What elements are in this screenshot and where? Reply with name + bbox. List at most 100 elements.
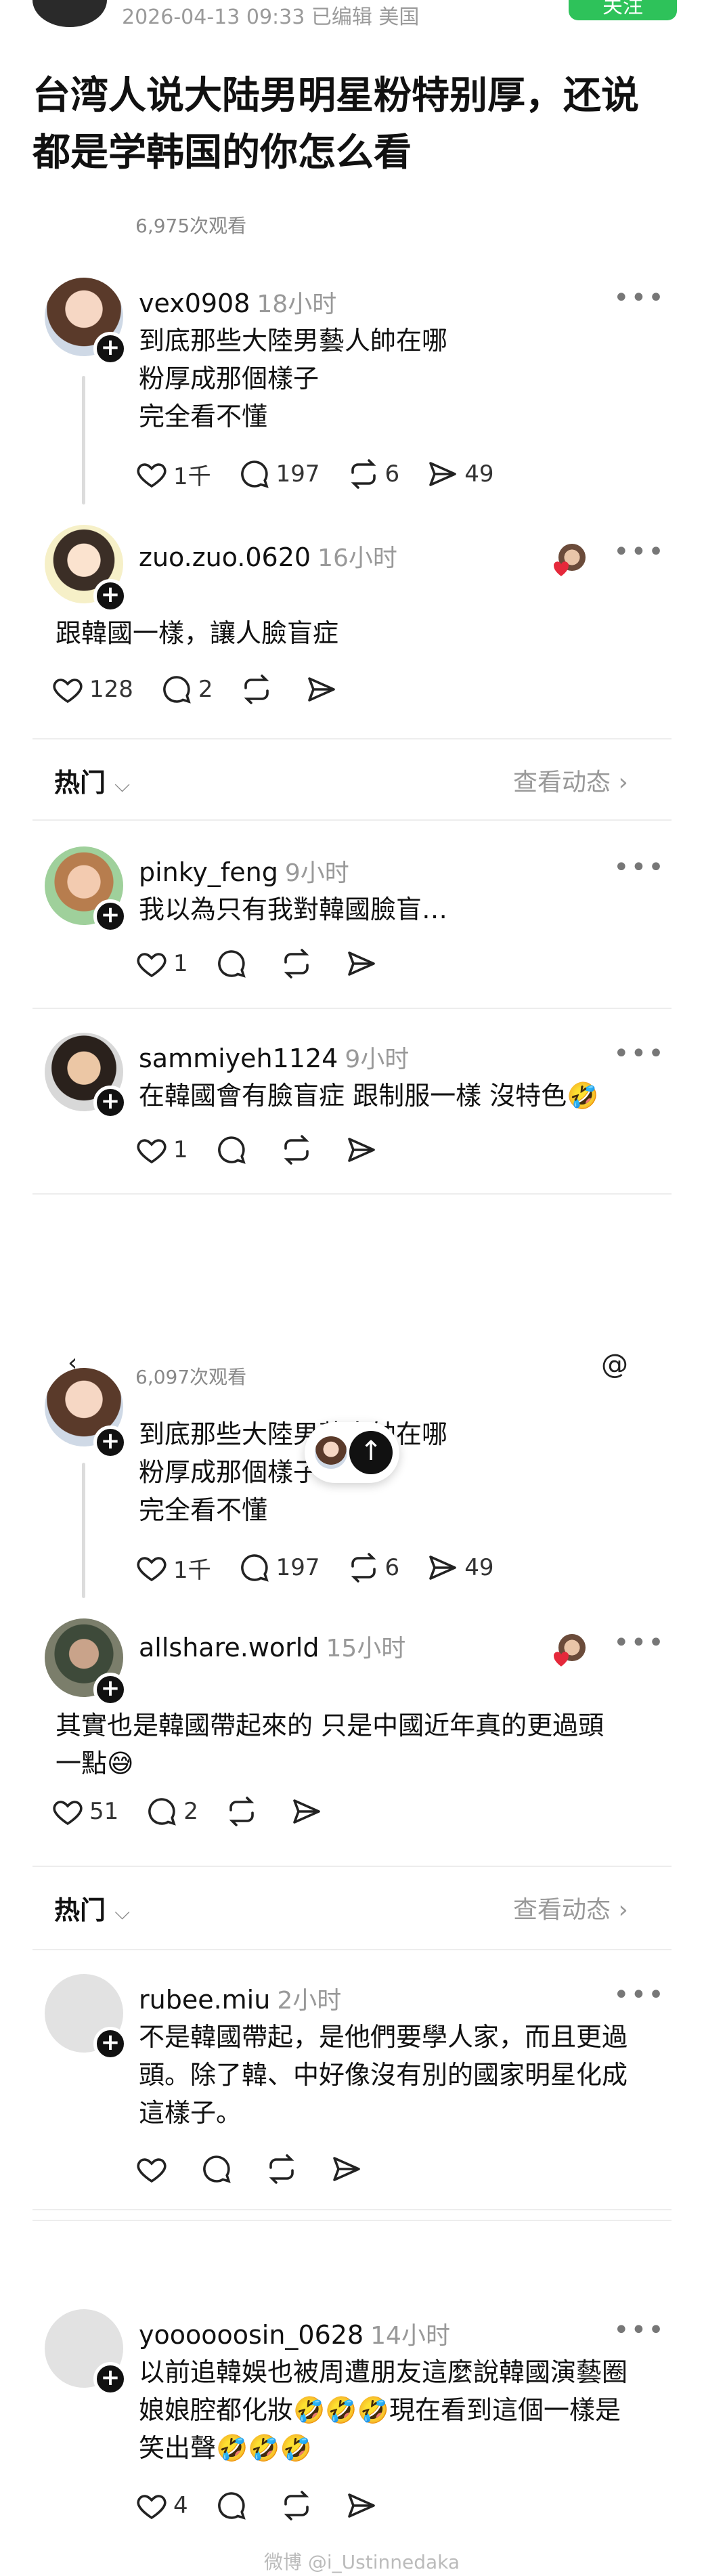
heart-icon bbox=[137, 1139, 167, 1164]
username[interactable]: pinky_feng 9小时 bbox=[139, 853, 349, 888]
view-count: 6,975次观看 bbox=[135, 215, 247, 237]
view-activity-link[interactable]: 查看动态 › bbox=[513, 763, 628, 798]
divider bbox=[32, 1866, 672, 1867]
username[interactable]: zuo.zuo.0620 16小时 bbox=[139, 538, 397, 574]
thread-line bbox=[82, 376, 85, 505]
share-button[interactable] bbox=[305, 673, 343, 706]
send-icon bbox=[307, 677, 335, 702]
author-avatar[interactable] bbox=[32, 0, 107, 27]
repost-icon bbox=[351, 1553, 376, 1583]
heart-icon bbox=[53, 1801, 83, 1826]
send-icon bbox=[347, 2493, 375, 2518]
send-icon bbox=[347, 951, 375, 976]
username[interactable]: yoooooosin_0628 14小时 bbox=[139, 2316, 450, 2351]
plus-icon[interactable]: + bbox=[93, 899, 127, 933]
divider bbox=[32, 1949, 672, 1950]
more-dots-icon[interactable]: ••• bbox=[613, 536, 665, 567]
plus-icon[interactable]: + bbox=[93, 2362, 127, 2396]
repost-button[interactable] bbox=[280, 1134, 318, 1166]
share-button[interactable] bbox=[345, 947, 383, 980]
reply-button[interactable]: 197 bbox=[238, 1551, 320, 1584]
comment-bubble-icon bbox=[217, 1136, 246, 1164]
like-button[interactable]: 128 bbox=[51, 673, 133, 706]
view-activity-link[interactable]: 查看动态 › bbox=[513, 1890, 628, 1925]
more-dots-icon[interactable]: ••• bbox=[613, 852, 665, 883]
heart-icon bbox=[554, 561, 569, 576]
like-button[interactable]: 1 bbox=[135, 1134, 188, 1166]
comment-actions: 1 bbox=[135, 1130, 410, 1170]
sort-selector[interactable]: 热门 ⌵ bbox=[54, 762, 130, 799]
comment-actions: 128 2 bbox=[51, 669, 370, 710]
reply-button[interactable]: 197 bbox=[238, 458, 320, 490]
logo-icon[interactable]: @ bbox=[601, 1349, 628, 1380]
share-button[interactable]: 49 bbox=[426, 458, 493, 490]
reply-button[interactable] bbox=[200, 2153, 238, 2185]
comment-actions: 1千 197 6 49 bbox=[135, 1547, 521, 1588]
send-icon bbox=[347, 1138, 375, 1162]
thread-line bbox=[82, 1463, 85, 1598]
repost-icon bbox=[269, 2154, 294, 2184]
username[interactable]: rubee.miu 2小时 bbox=[139, 1981, 341, 2016]
repost-button[interactable] bbox=[280, 2489, 318, 2522]
comment-text: 在韓國會有臉盲症 跟制服一樣 沒特色🤣 bbox=[139, 1081, 599, 1111]
repost-button[interactable]: 6 bbox=[347, 1551, 399, 1584]
comment-actions: 1千 197 6 49 bbox=[135, 454, 521, 494]
like-button[interactable]: 1千 bbox=[135, 1551, 211, 1585]
share-button[interactable] bbox=[290, 1795, 328, 1828]
divider bbox=[32, 1008, 672, 1009]
reply-button[interactable]: 2 bbox=[146, 1795, 198, 1828]
divider bbox=[32, 2220, 672, 2221]
plus-icon[interactable]: + bbox=[93, 579, 127, 613]
comment-text: 我以為只有我對韓國臉盲… bbox=[139, 895, 448, 924]
heart-icon bbox=[554, 1652, 569, 1667]
like-button[interactable]: 1千 bbox=[135, 458, 211, 491]
share-button[interactable] bbox=[345, 1134, 383, 1166]
repost-button[interactable] bbox=[280, 947, 318, 980]
repost-button[interactable] bbox=[225, 1795, 263, 1828]
repost-icon bbox=[284, 2491, 309, 2520]
username[interactable]: sammiyeh1124 9小时 bbox=[139, 1039, 409, 1075]
comment-bubble-icon bbox=[240, 1554, 269, 1582]
heart-icon bbox=[137, 463, 167, 488]
follow-button[interactable]: 关注 bbox=[569, 0, 677, 20]
repost-button[interactable]: 6 bbox=[347, 458, 399, 490]
more-dots-icon[interactable]: ••• bbox=[613, 1627, 665, 1658]
comment-card: + zuo.zuo.0620 16小时 ••• 跟韓國一樣，讓人臉盲症 128 2 bbox=[32, 521, 672, 725]
like-button[interactable]: 1 bbox=[135, 947, 188, 980]
reply-button[interactable]: 2 bbox=[160, 673, 213, 706]
share-button[interactable] bbox=[330, 2153, 368, 2185]
like-button[interactable]: 4 bbox=[135, 2489, 188, 2522]
plus-icon[interactable]: + bbox=[93, 1673, 127, 1706]
sort-selector[interactable]: 热门 ⌵ bbox=[54, 1889, 130, 1927]
repost-icon bbox=[229, 1797, 255, 1826]
username[interactable]: vex0908 18小时 bbox=[139, 284, 336, 320]
plus-icon[interactable]: + bbox=[93, 2027, 127, 2061]
chevron-down-icon: ⌵ bbox=[114, 773, 130, 797]
more-dots-icon[interactable]: ••• bbox=[613, 282, 665, 314]
scroll-to-top-pill[interactable]: ↑ bbox=[305, 1422, 399, 1483]
view-count: 6,097次观看 bbox=[135, 1366, 247, 1388]
more-dots-icon[interactable]: ••• bbox=[613, 1038, 665, 1069]
more-dots-icon[interactable]: ••• bbox=[613, 2315, 665, 2346]
share-button[interactable] bbox=[345, 2489, 383, 2522]
more-dots-icon[interactable]: ••• bbox=[613, 1979, 665, 2011]
comment-card: + allshare.world 15小时 ••• 其實也是韓國帶起來的 只是中國… bbox=[32, 1615, 672, 1845]
comment-bubble-icon bbox=[203, 2155, 231, 2183]
plus-icon[interactable]: + bbox=[93, 1425, 127, 1459]
repost-icon bbox=[284, 1135, 309, 1165]
plus-icon[interactable]: + bbox=[93, 332, 127, 366]
repost-button[interactable] bbox=[265, 2153, 303, 2185]
username[interactable]: allshare.world 15小时 bbox=[139, 1629, 405, 1664]
comment-text: 其實也是韓國帶起來的 只是中國近年真的更過頭 一點😅 bbox=[56, 1711, 604, 1778]
heart-icon bbox=[137, 1557, 167, 1582]
reply-button[interactable] bbox=[215, 2489, 253, 2522]
like-button[interactable] bbox=[135, 2153, 173, 2185]
like-button[interactable]: 51 bbox=[51, 1795, 118, 1828]
repost-button[interactable] bbox=[240, 673, 278, 706]
reply-button[interactable] bbox=[215, 947, 253, 980]
plus-icon[interactable]: + bbox=[93, 1086, 127, 1119]
reply-button[interactable] bbox=[215, 1134, 253, 1166]
comment-text: 到底那些大陸男藝人帥在哪 粉厚成那個樣子 完全看不懂 bbox=[139, 1419, 448, 1525]
share-button[interactable]: 49 bbox=[426, 1551, 493, 1584]
chevron-down-icon: ⌵ bbox=[114, 1901, 130, 1925]
